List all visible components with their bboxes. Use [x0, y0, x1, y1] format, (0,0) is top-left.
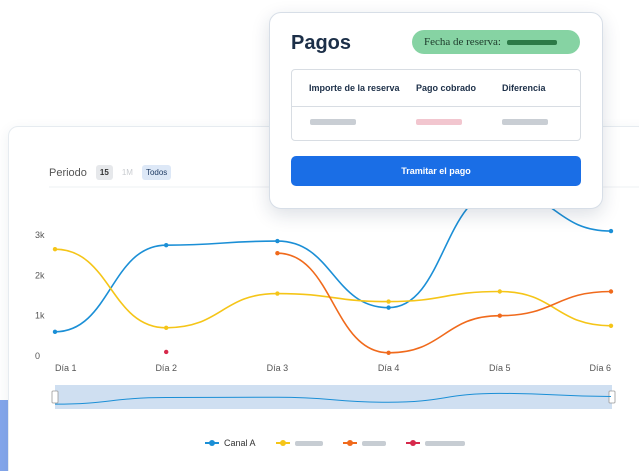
badge-label: Fecha de reserva: [424, 36, 501, 48]
data-point-0 [608, 228, 614, 234]
data-point-3 [164, 349, 169, 355]
legend-marker-canal-a [205, 440, 219, 446]
payment-table: Importe de la reserva Pago cobrado Difer… [291, 69, 581, 141]
column-header-pago-cobrado: Pago cobrado [416, 83, 477, 93]
column-header-importe: Importe de la reserva [309, 83, 400, 93]
series-line-1 [54, 248, 612, 329]
tramitar-pago-button[interactable]: Tramitar el pago [291, 156, 581, 186]
data-point-2 [497, 313, 502, 318]
y-tick-label: 1k [35, 311, 45, 321]
y-tick-label: 0 [35, 351, 40, 361]
data-point-0 [386, 305, 391, 310]
badge-date-placeholder [506, 39, 557, 45]
x-tick-label: Día 1 [55, 363, 77, 373]
legend-marker-orange [342, 440, 357, 446]
pagos-title: Pagos [291, 32, 352, 54]
x-tick-label: Día 2 [155, 363, 177, 373]
diferencia-value-placeholder [502, 119, 548, 125]
navigator-right-handle [608, 390, 616, 404]
importe-value-placeholder [310, 119, 356, 125]
data-point-0 [52, 329, 58, 335]
legend-label-placeholder [424, 440, 465, 446]
x-tick-label: Día 6 [589, 363, 611, 373]
data-point-2 [386, 350, 391, 355]
navigator-left-handle [51, 390, 59, 404]
x-tick-label: Día 4 [378, 363, 400, 373]
legend-marker-red [405, 440, 420, 446]
data-point-2 [275, 251, 280, 256]
legend-item-canal-a[interactable]: Canal A [205, 438, 256, 448]
data-point-1 [608, 323, 614, 328]
y-tick-label: 2k [35, 270, 45, 280]
legend-item-red[interactable] [405, 440, 465, 446]
legend-marker-yellow [275, 440, 290, 446]
navigator-window [55, 385, 612, 409]
data-point-0 [164, 242, 169, 248]
legend-label-canal-a: Canal A [224, 438, 256, 448]
data-point-1 [52, 246, 58, 252]
table-header-row: Importe de la reserva Pago cobrado Difer… [292, 70, 580, 107]
x-tick-label: Día 3 [267, 363, 289, 373]
data-point-1 [497, 289, 502, 294]
series-line-0 [54, 189, 612, 333]
pago-cobrado-value-placeholder [416, 119, 462, 125]
data-point-2 [608, 289, 614, 294]
data-point-1 [164, 325, 169, 330]
y-tick-label: 3k [35, 230, 45, 240]
legend-label-placeholder [361, 440, 386, 446]
legend-label-placeholder [294, 440, 323, 446]
pagos-card: Pagos Fecha de reserva: Importe de la re… [269, 12, 603, 209]
data-point-1 [386, 299, 391, 304]
x-tick-label: Día 5 [489, 363, 511, 373]
legend-item-yellow[interactable] [275, 440, 323, 446]
chart-legend: Canal A [205, 438, 465, 448]
reservation-date-badge: Fecha de reserva: [412, 30, 580, 54]
data-point-1 [275, 291, 280, 296]
legend-item-orange[interactable] [342, 440, 386, 446]
data-point-0 [275, 238, 280, 244]
column-header-diferencia: Diferencia [502, 83, 546, 93]
